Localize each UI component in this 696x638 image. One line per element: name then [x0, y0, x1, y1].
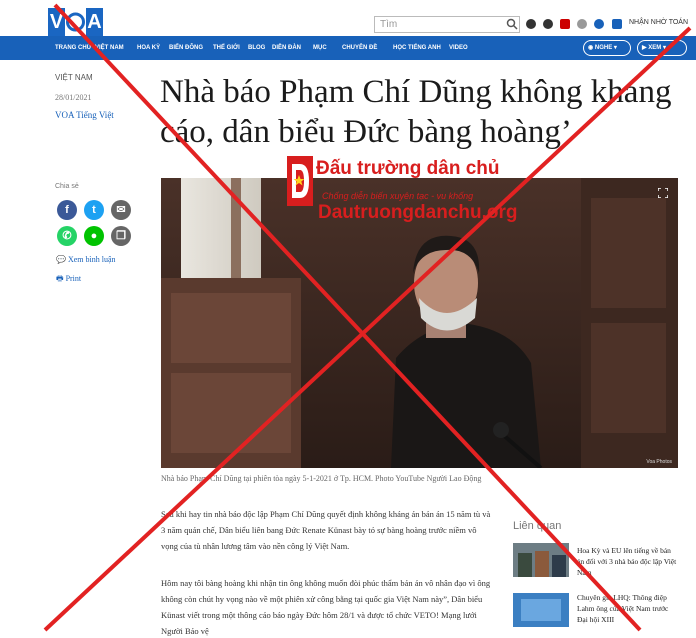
nav-item-sections[interactable]: MỤC [313, 45, 327, 51]
soundcloud-icon[interactable] [577, 19, 587, 29]
email-share-icon[interactable]: ✉ [111, 200, 131, 220]
related-link[interactable]: Chuyên gia LHQ: Thông điệp Lahm ông của … [577, 592, 677, 625]
nav-item-east-sea[interactable]: BIỂN ĐÔNG [169, 45, 203, 51]
nav-item-home[interactable]: TRANG CHỦ [55, 45, 91, 51]
whatsapp-share-icon[interactable]: ✆ [57, 226, 77, 246]
facebook-share-icon[interactable]: f [57, 200, 77, 220]
share-label: Chia sẻ [55, 183, 79, 190]
print-link[interactable]: 🖶 Print [56, 273, 81, 287]
nav-item-world[interactable]: THẾ GIỚI [213, 45, 240, 51]
podcast-icon[interactable] [594, 19, 604, 29]
app-label[interactable]: NHẬN NHỜ TOÁN [629, 19, 688, 26]
article-headline: Nhà báo Phạm Chí Dũng không kháng cáo, d… [160, 74, 672, 150]
watermark-subtitle: Chống diễn biến xuyên tạc - vu khống [322, 191, 474, 201]
comment-icon: 💬 [56, 255, 68, 264]
radio-icon: ◉ [588, 45, 595, 51]
printer-icon: 🖶 [56, 274, 66, 283]
line-share-icon[interactable]: ● [84, 226, 104, 246]
facebook-icon[interactable] [526, 19, 536, 29]
source-link[interactable]: VOA Tiếng Việt [55, 110, 114, 120]
nav-item-forum[interactable]: DIỄN ĐÀN [272, 45, 301, 51]
nav-item-usa[interactable]: HOA KỲ [137, 45, 160, 51]
watermark-title: Đấu trường dân chủ [316, 158, 500, 179]
mobile-icon[interactable] [612, 19, 622, 29]
print-label: Print [65, 274, 82, 283]
search-icon[interactable] [506, 18, 518, 30]
photo-caption: Nhà báo Phạm Chí Dũng tại phiên tòa ngày… [161, 474, 482, 483]
comments-link[interactable]: 💬 Xem bình luận [56, 255, 116, 264]
logo-letter-v: V [48, 8, 65, 36]
section-label[interactable]: VIỆT NAM [55, 73, 93, 82]
video-button[interactable]: ▶ XEM ▾ [637, 40, 687, 56]
logo-letter-a: A [86, 8, 103, 36]
logo-globe-icon [66, 8, 85, 36]
publish-date: 28/01/2021 [55, 93, 92, 102]
comments-label: Xem bình luận [67, 255, 116, 264]
twitter-icon[interactable] [543, 19, 553, 29]
fullscreen-icon[interactable] [658, 188, 668, 198]
article-paragraph: Sau khi hay tin nhà báo độc lập Phạm Chí… [161, 509, 491, 551]
watermark-logo-icon [287, 156, 313, 206]
nav-item-english[interactable]: HỌC TIẾNG ANH [393, 45, 441, 51]
video-label: XEM [648, 45, 662, 51]
photo-credit: Voa Photos [646, 459, 672, 465]
twitter-share-icon[interactable]: t [84, 200, 104, 220]
nav-item-vietnam[interactable]: VIỆT NAM [95, 45, 124, 51]
search-input[interactable]: Tìm [374, 16, 520, 33]
voa-logo[interactable]: V A [48, 8, 104, 36]
related-thumbnail[interactable] [513, 543, 569, 577]
nav-item-topics[interactable]: CHUYÊN ĐỀ [342, 45, 377, 51]
related-link[interactable]: Hoa Kỳ và EU lên tiếng về bản án đối với… [577, 545, 677, 578]
copy-link-icon[interactable]: ❐ [111, 226, 131, 246]
nav-item-blog[interactable]: BLOG [248, 45, 265, 51]
radio-label: NGHE [594, 45, 613, 51]
related-heading: Liên quan [513, 520, 562, 532]
article-paragraph: Hôm nay tôi bàng hoàng khi nhận tin ông … [161, 578, 491, 636]
main-nav: TRANG CHỦ VIỆT NAM HOA KỲ BIỂN ĐÔNG THẾ … [0, 36, 696, 60]
top-bar: V A Tìm NHẬN NHỜ TOÁN [0, 0, 696, 36]
youtube-icon[interactable] [560, 19, 570, 29]
radio-button[interactable]: ◉ NGHE ▾ [583, 40, 631, 56]
watermark-url: Dautruongdanchu.org [318, 202, 518, 223]
related-thumbnail[interactable] [513, 593, 569, 627]
nav-item-video[interactable]: VIDEO [449, 45, 468, 51]
